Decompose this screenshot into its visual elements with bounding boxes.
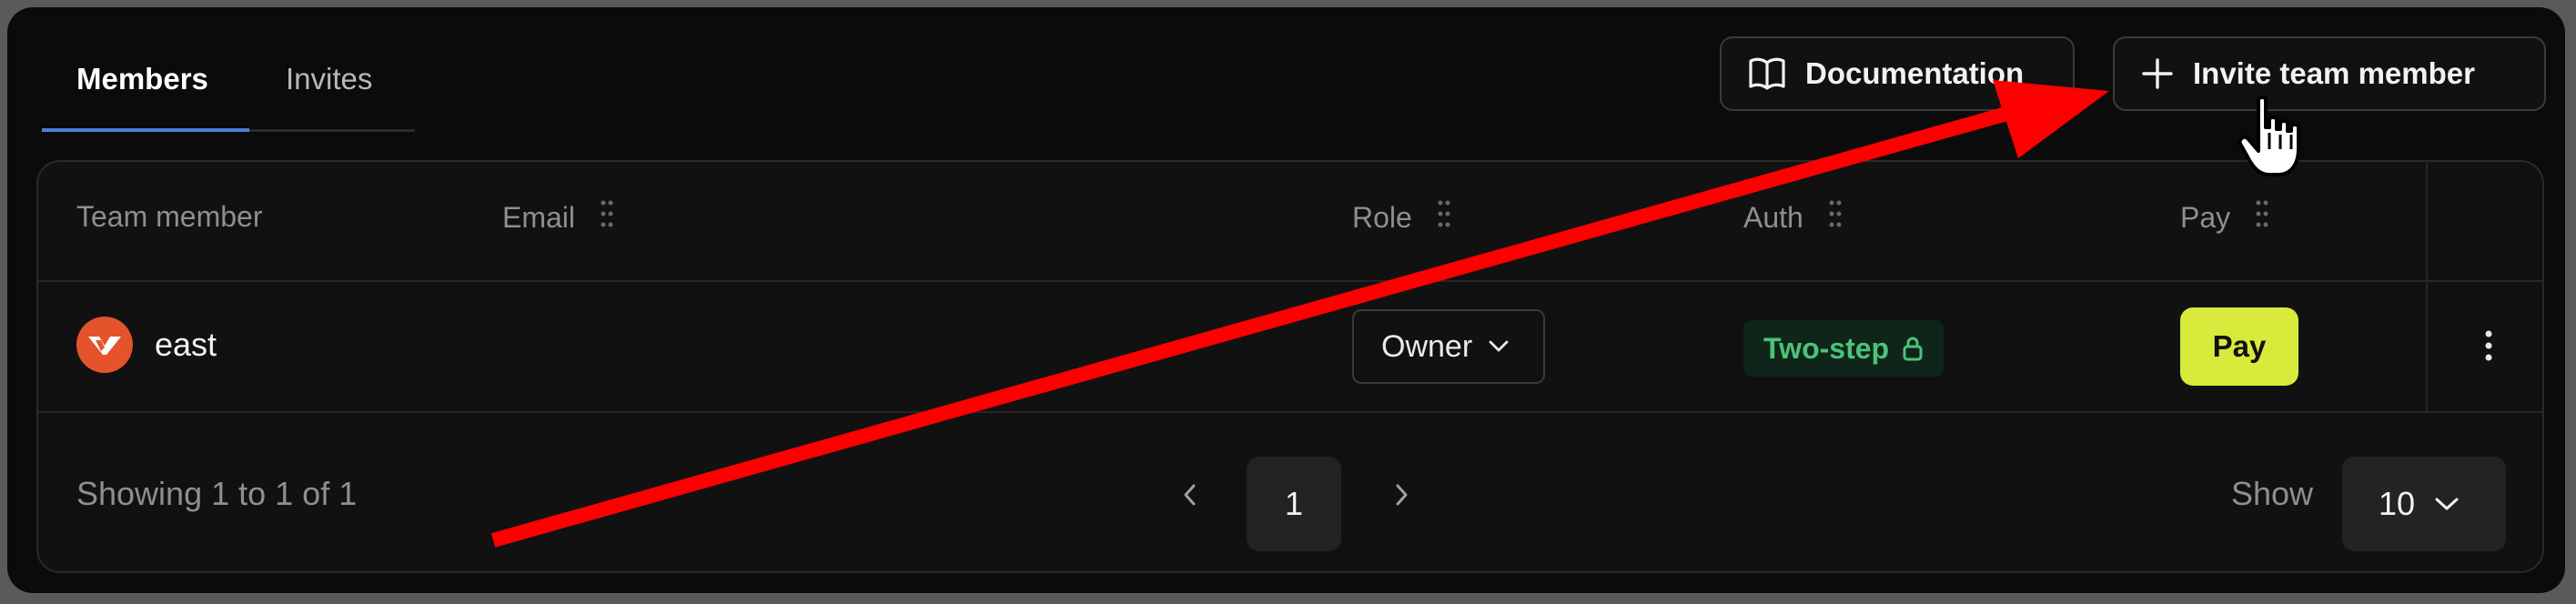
app-frame: Members Invites Documentation Invite tea… — [7, 7, 2565, 593]
tab-members[interactable]: Members — [76, 62, 208, 96]
avatar — [76, 317, 133, 373]
documentation-label: Documentation — [1805, 56, 2025, 90]
auth-status-label: Two-step — [1763, 331, 1890, 365]
page-size-value: 10 — [2379, 485, 2416, 522]
members-table: Team member Email Role Auth Pay east Own… — [36, 160, 2544, 573]
plus-icon — [2142, 58, 2173, 89]
header-team-member: Team member — [76, 200, 263, 234]
header-email-label: Email — [502, 200, 576, 234]
row-actions-menu[interactable] — [2475, 326, 2502, 366]
book-open-icon — [1749, 57, 1785, 90]
table-footer: Showing 1 to 1 of 1 1 Show 10 — [38, 411, 2542, 571]
role-value: Owner — [1381, 328, 1473, 364]
header-team-member-label: Team member — [76, 200, 263, 233]
page-number-button[interactable]: 1 — [1247, 457, 1341, 551]
role-dropdown[interactable]: Owner — [1352, 309, 1545, 384]
next-page-button[interactable] — [1383, 477, 1419, 513]
drag-handle-icon[interactable] — [601, 200, 613, 235]
chevron-right-icon — [1396, 484, 1408, 506]
header-email: Email — [502, 200, 613, 235]
drag-handle-icon[interactable] — [1829, 200, 1842, 235]
member-name: east — [155, 326, 217, 363]
table-row: east Owner Two-step Pay — [38, 280, 2542, 413]
lock-icon — [1903, 337, 1923, 361]
invite-team-member-button[interactable]: Invite team member — [2113, 36, 2546, 111]
tab-invites[interactable]: Invites — [286, 62, 372, 96]
chevron-down-icon — [1489, 340, 1509, 352]
drag-handle-icon[interactable] — [1438, 200, 1450, 235]
previous-page-button[interactable] — [1172, 477, 1208, 513]
brand-logo-icon — [88, 337, 121, 355]
table-header: Team member Email Role Auth Pay — [38, 162, 2542, 282]
pay-button[interactable]: Pay — [2180, 307, 2298, 386]
page-size-dropdown[interactable]: 10 — [2342, 457, 2506, 551]
header-role: Role — [1352, 200, 1450, 235]
chevron-left-icon — [1184, 484, 1196, 506]
header-pay-label: Pay — [2180, 200, 2231, 234]
header-role-label: Role — [1352, 200, 1412, 234]
chevron-down-icon — [2435, 498, 2459, 510]
more-vertical-icon — [2485, 330, 2492, 361]
page-size-label: Show — [2231, 475, 2314, 512]
header-pay: Pay — [2180, 200, 2268, 235]
auth-status-badge: Two-step — [1743, 320, 1945, 377]
drag-handle-icon[interactable] — [2256, 200, 2268, 235]
active-tab-indicator — [42, 128, 249, 132]
pagination-summary: Showing 1 to 1 of 1 — [76, 475, 358, 512]
header-auth-label: Auth — [1743, 200, 1803, 234]
header-auth: Auth — [1743, 200, 1842, 235]
invite-team-member-label: Invite team member — [2193, 56, 2475, 90]
tab-bar: Members Invites — [42, 42, 415, 132]
documentation-button[interactable]: Documentation — [1720, 36, 2075, 111]
